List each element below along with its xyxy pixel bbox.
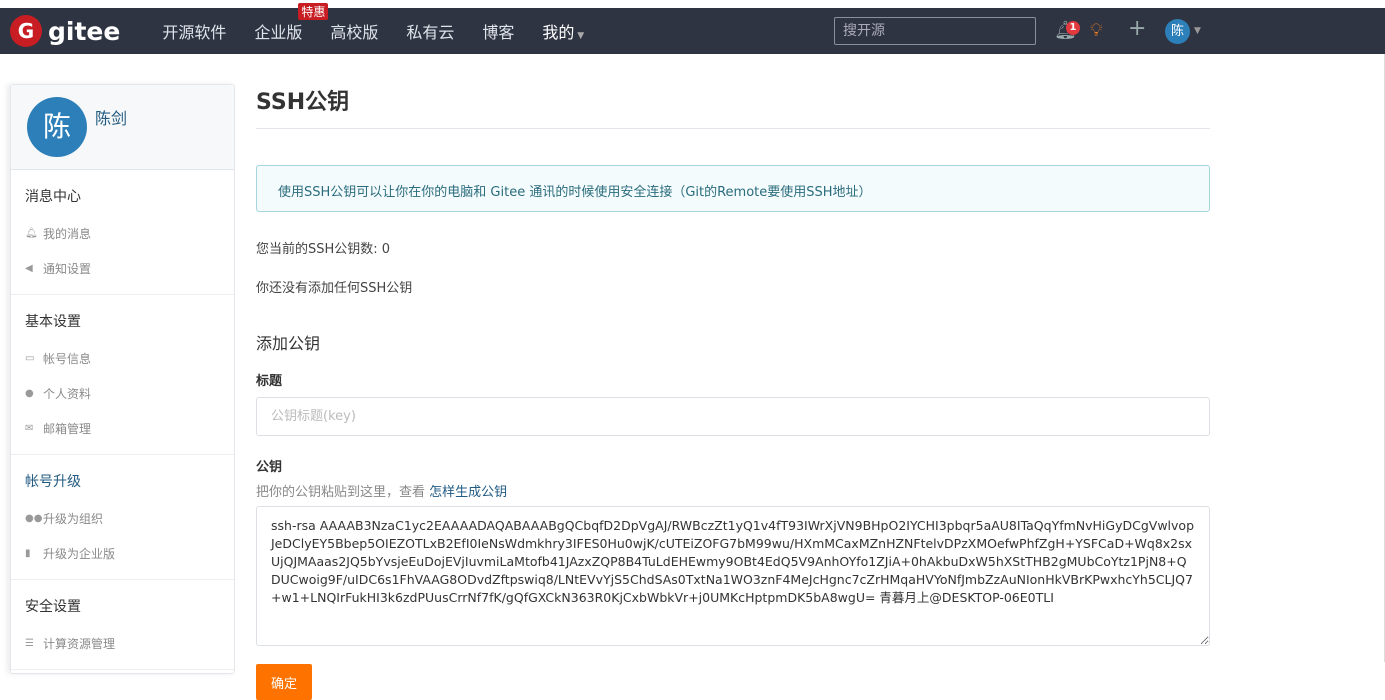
- key-hint: 把你的公钥粘贴到这里，查看 怎样生成公钥: [256, 481, 1210, 500]
- avatar[interactable]: 陈: [27, 97, 87, 157]
- main-content: SSH公钥 使用SSH公钥可以让你在你的电脑和 Gitee 通讯的时候使用安全连…: [256, 84, 1210, 700]
- id-card-icon: ▭: [25, 353, 35, 364]
- sidebar-item[interactable]: ✉ 邮箱管理: [11, 411, 234, 446]
- sidebar-item-label: 升级为企业版: [43, 547, 116, 561]
- sidebar-group-title: 安全设置: [25, 599, 81, 615]
- nav-mine-label: 我的: [542, 23, 575, 42]
- sidebar-item-label: 个人资料: [43, 387, 92, 401]
- sidebar-item-label: 升级为组织: [43, 512, 104, 526]
- key-title-input[interactable]: [256, 397, 1210, 436]
- nav-blog[interactable]: 博客: [482, 19, 514, 43]
- notification-badge: 1: [1066, 21, 1080, 35]
- page-title: SSH公钥: [256, 84, 1210, 129]
- sidebar-item[interactable]: ◀ 通知设置: [11, 251, 234, 286]
- sidebar-item[interactable]: ●● 升级为组织: [11, 501, 234, 536]
- volume-icon: ◀: [25, 263, 33, 274]
- sidebar-group: 基本设置 ▭ 帐号信息 ● 个人资料 ✉ 邮箱管理: [11, 295, 234, 455]
- hot-badge: 特惠: [298, 3, 329, 20]
- submit-button[interactable]: 确定: [256, 664, 312, 700]
- top-nav: G gitee 开源软件 企业版特惠 高校版 私有云 博客 我的 ▼ 🔔︎ 1 …: [0, 3, 1385, 54]
- search-input[interactable]: [834, 17, 1036, 45]
- server-icon: ☰: [25, 638, 34, 649]
- sidebar-item-label: 计算资源管理: [43, 637, 116, 651]
- chevron-down-icon: ▼: [574, 31, 585, 41]
- sidebar-item-label: 邮箱管理: [43, 422, 92, 436]
- nav-education[interactable]: 高校版: [330, 19, 378, 43]
- sidebar-group-title: 基本设置: [25, 314, 81, 330]
- empty-message: 你还没有添加任何SSH公钥: [256, 281, 413, 296]
- building-icon: ▮: [25, 548, 31, 559]
- envelope-icon: ✉: [25, 423, 34, 434]
- sidebar-item[interactable]: ☰ 计算资源管理: [11, 626, 234, 661]
- sidebar-item[interactable]: ▭ 帐号信息: [11, 341, 234, 376]
- lightbulb-icon[interactable]: 💡︎: [1090, 20, 1103, 41]
- how-to-generate-link[interactable]: 怎样生成公钥: [429, 485, 507, 500]
- sidebar-group: 帐号升级 ●● 升级为组织 ▮ 升级为企业版: [11, 455, 234, 580]
- plus-icon[interactable]: +: [1128, 16, 1146, 41]
- logo-text: gitee: [48, 16, 121, 46]
- nav-private-cloud[interactable]: 私有云: [406, 19, 454, 43]
- nav-enterprise[interactable]: 企业版 特惠: [254, 3, 329, 43]
- sidebar-item[interactable]: 🔔︎ 我的消息: [11, 216, 234, 251]
- key-hint-text: 把你的公钥粘贴到这里，查看: [256, 485, 430, 500]
- gitee-logo[interactable]: G gitee: [10, 15, 120, 47]
- nav-menu: 开源软件 企业版 特惠 高校版 私有云 博客 我的 ▼: [162, 3, 612, 43]
- sidebar-item[interactable]: ● 个人资料: [11, 376, 234, 411]
- public-key-textarea[interactable]: ssh-rsa AAAAB3NzaC1yc2EAAAADAQABAAABgQCb…: [256, 506, 1210, 646]
- browser-strip: [0, 0, 1385, 8]
- sidebar-item-label: 我的消息: [43, 227, 92, 241]
- title-label: 标题: [256, 374, 283, 389]
- sidebar-item[interactable]: ▮ 升级为企业版: [11, 536, 234, 571]
- username[interactable]: 陈剑: [95, 105, 127, 129]
- bell-icon: 🔔︎: [25, 228, 38, 239]
- sidebar-group: 安全设置 ☰ 计算资源管理: [11, 580, 234, 670]
- nav-open-source[interactable]: 开源软件: [162, 19, 226, 43]
- nav-mine[interactable]: 我的 ▼: [542, 19, 584, 43]
- sidebar-group: 消息中心 🔔︎ 我的消息 ◀ 通知设置: [11, 170, 234, 295]
- profile-card: 陈 陈剑: [11, 85, 234, 170]
- sidebar: 陈 陈剑 消息中心 🔔︎ 我的消息 ◀ 通知设置 基本设置 ▭ 帐号信息 ● 个人资料 ✉ 邮箱管理帐…: [10, 84, 235, 674]
- info-alert: 使用SSH公钥可以让你在你的电脑和 Gitee 通讯的时候使用安全连接（Git的…: [256, 165, 1210, 212]
- sidebar-group-title: 消息中心: [25, 189, 81, 205]
- sidebar-item-label: 帐号信息: [43, 352, 92, 366]
- key-label: 公钥: [256, 460, 283, 475]
- chevron-down-icon[interactable]: ▼: [1194, 26, 1201, 36]
- user-avatar[interactable]: 陈: [1165, 19, 1190, 44]
- sidebar-item-label: 通知设置: [43, 262, 92, 276]
- key-count: 您当前的SSH公钥数: 0: [256, 242, 391, 257]
- nav-enterprise-label: 企业版: [254, 23, 303, 42]
- sidebar-group-title: 帐号升级: [25, 474, 81, 490]
- add-key-heading: 添加公钥: [256, 334, 321, 353]
- users-icon: ●●: [25, 513, 43, 524]
- logo-icon: G: [10, 15, 42, 47]
- user-icon: ●: [25, 388, 34, 399]
